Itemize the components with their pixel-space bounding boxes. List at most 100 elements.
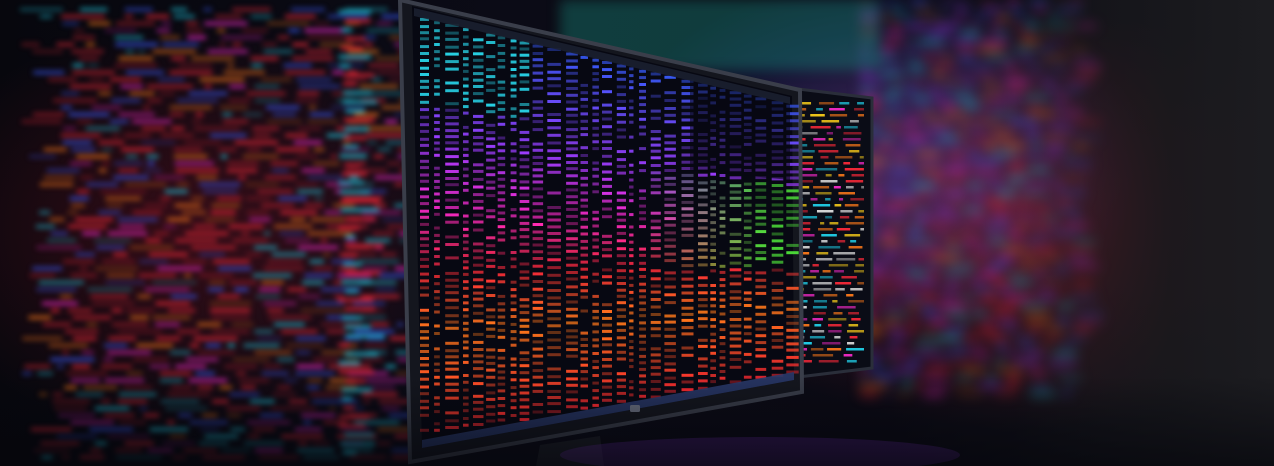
code-dash	[729, 184, 742, 188]
code-dash	[771, 232, 784, 236]
code-dash	[473, 382, 484, 386]
code-dash	[445, 320, 459, 324]
code-dash	[445, 116, 459, 119]
code-dash	[519, 87, 530, 91]
code-dash	[486, 383, 496, 387]
code-dash	[445, 190, 459, 194]
code-dash	[681, 291, 694, 295]
code-dash	[510, 157, 517, 161]
code-dash	[664, 197, 676, 201]
code-dash	[510, 107, 517, 111]
code-dash	[650, 334, 661, 338]
code-dash	[755, 278, 767, 282]
code-dash	[743, 234, 752, 237]
code-dash	[639, 196, 646, 200]
code-dash	[664, 252, 676, 256]
code-dash	[771, 253, 784, 257]
code-dash	[497, 328, 506, 332]
code-dash	[473, 136, 484, 139]
code-dash	[463, 308, 469, 312]
code-dash	[510, 149, 517, 153]
code-dash	[650, 380, 661, 383]
code-dash	[786, 210, 799, 214]
code-dash	[497, 302, 506, 306]
code-dash	[463, 272, 469, 276]
code-dash	[786, 335, 799, 339]
code-dash	[547, 133, 561, 137]
code-dash	[519, 186, 530, 190]
code-dash	[473, 394, 484, 398]
code-dash	[602, 147, 612, 150]
code-dash	[698, 234, 708, 238]
code-dash	[592, 65, 599, 69]
code-dash	[434, 79, 440, 83]
code-dash	[639, 334, 646, 338]
code-dash	[719, 291, 726, 295]
code-dash	[616, 372, 626, 376]
code-dash	[566, 405, 578, 409]
code-dash	[602, 254, 612, 258]
code-dash	[566, 174, 578, 178]
code-dash	[420, 392, 429, 396]
code-dash	[473, 256, 484, 260]
code-dash	[681, 264, 694, 268]
code-dash	[445, 314, 459, 318]
code-dash	[420, 37, 429, 41]
code-dash	[510, 357, 517, 361]
code-dash	[547, 346, 561, 350]
code-dash	[755, 257, 767, 261]
code-dash	[650, 143, 661, 147]
code-dash	[650, 387, 661, 391]
code-dash	[639, 103, 646, 107]
code-dash	[743, 317, 752, 321]
code-dash	[497, 308, 506, 312]
code-dash	[566, 300, 578, 304]
code-dash	[771, 203, 784, 207]
code-dash	[510, 288, 517, 292]
code-dash	[566, 390, 578, 394]
code-dash	[420, 159, 429, 163]
code-dash	[664, 182, 676, 186]
code-dash	[592, 174, 599, 178]
code-dash	[743, 196, 752, 200]
code-dash	[592, 167, 599, 171]
code-dash	[616, 239, 626, 243]
code-dash	[719, 196, 726, 200]
code-dash	[463, 167, 469, 171]
code-dash	[616, 198, 626, 202]
code-dash	[629, 185, 634, 189]
code-dash	[710, 310, 716, 314]
code-dash	[497, 142, 506, 146]
code-dash	[602, 241, 612, 245]
code-dash	[580, 217, 588, 221]
code-dash	[420, 179, 429, 183]
code-dash	[719, 204, 726, 208]
code-dash	[473, 92, 484, 96]
code-dash	[486, 361, 496, 365]
code-dash	[532, 142, 544, 146]
code-dash	[547, 84, 561, 88]
code-dash	[445, 129, 459, 133]
code-dash	[497, 107, 506, 111]
code-dash	[532, 333, 544, 337]
code-dash	[580, 191, 588, 195]
code-dash	[698, 379, 708, 383]
code-dash	[519, 249, 530, 253]
code-dash	[743, 256, 752, 260]
code-dash	[473, 163, 484, 167]
code-dash	[434, 212, 440, 216]
code-dash	[729, 253, 742, 257]
code-dash	[566, 214, 578, 218]
code-dash	[580, 225, 588, 229]
code-dash	[547, 375, 561, 379]
code-dash	[510, 46, 517, 50]
code-dash	[771, 303, 784, 307]
code-dash	[729, 240, 742, 244]
code-dash	[486, 180, 496, 184]
code-dash	[755, 334, 767, 338]
code-dash	[510, 142, 517, 146]
code-dash	[650, 79, 661, 83]
code-dash	[463, 84, 469, 88]
code-dash	[580, 211, 588, 215]
code-dash	[602, 125, 612, 129]
